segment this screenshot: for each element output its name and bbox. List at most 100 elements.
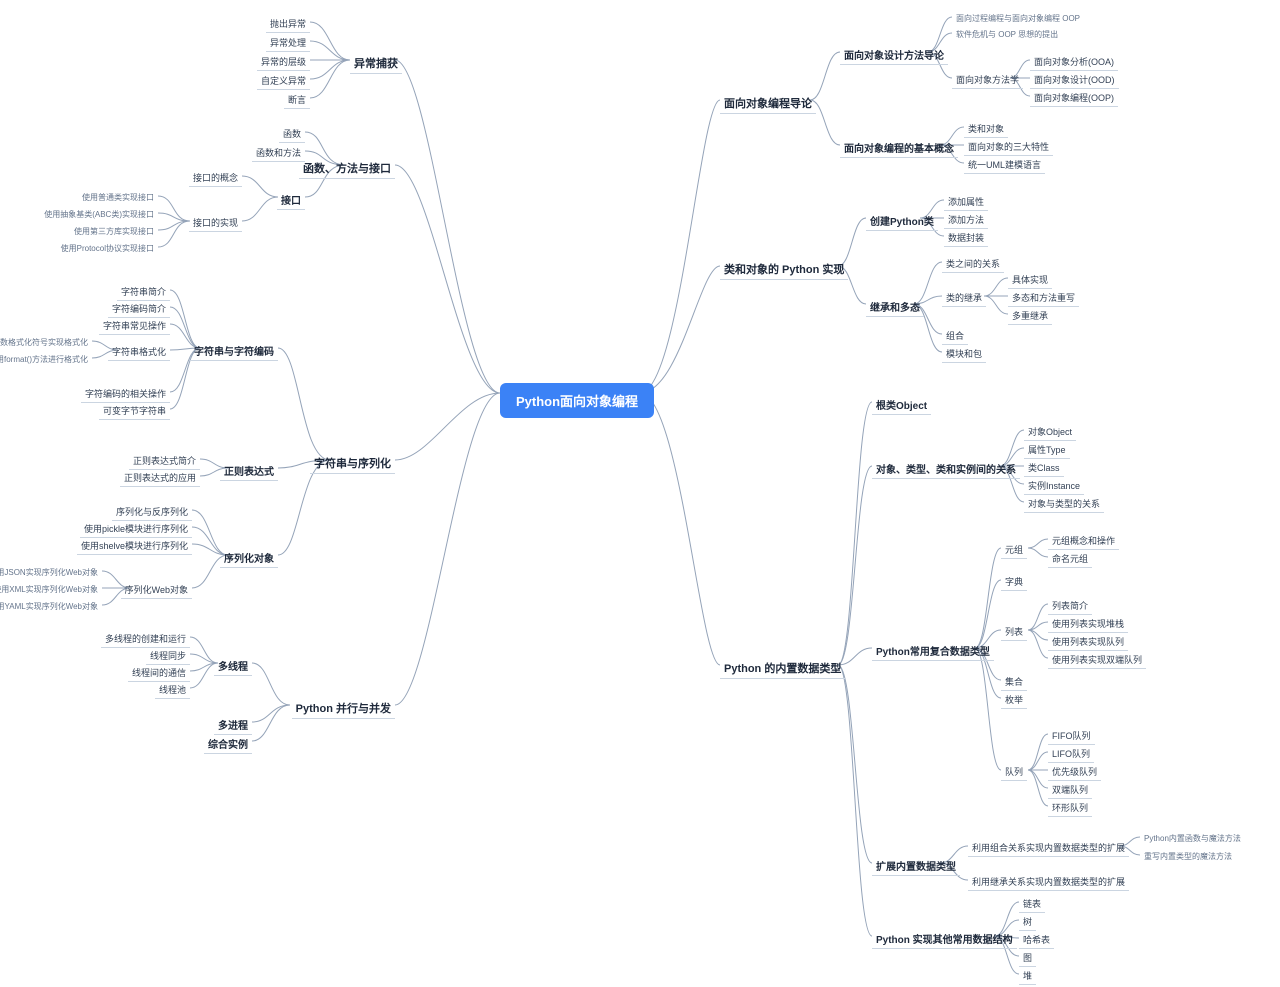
leaf: 使用列表实现堆栈: [1048, 615, 1128, 633]
leaf: 类Class: [1024, 459, 1064, 477]
node-other-ds[interactable]: Python 实现其他常用数据结构: [872, 929, 1017, 949]
leaf: 异常的层级: [257, 53, 310, 71]
leaf: 异常处理: [266, 34, 310, 52]
node-class-inherit[interactable]: 类的继承: [942, 289, 986, 307]
leaf: 字符编码简介: [108, 300, 170, 318]
node-string[interactable]: 字符串与序列化: [310, 453, 395, 474]
root-node[interactable]: Python面向对象编程: [500, 383, 654, 418]
leaf: 软件危机与 OOP 思想的提出: [952, 27, 1062, 42]
node-builtin[interactable]: Python 的内置数据类型: [720, 658, 845, 679]
leaf: 模块和包: [942, 345, 986, 363]
leaf: 字符串简介: [117, 283, 170, 301]
leaf: 抛出异常: [266, 15, 310, 33]
leaf: 使用第三方库实现接口: [70, 224, 158, 239]
node-tuple[interactable]: 元组: [1001, 541, 1027, 559]
leaf: 面向对象的三大特性: [964, 138, 1053, 156]
node-oop-intro[interactable]: 面向对象编程导论: [720, 93, 816, 114]
leaf: 使用YAML实现序列化Web对象: [0, 599, 102, 614]
leaf: 环形队列: [1048, 799, 1092, 817]
leaf: 属性Type: [1024, 441, 1070, 459]
leaf: 可变字节字符串: [99, 402, 170, 420]
leaf: 优先级队列: [1048, 763, 1101, 781]
node-inherit[interactable]: 继承和多态: [866, 297, 924, 317]
leaf: 字符编码的相关操作: [81, 385, 170, 403]
leaf: 使用XML实现序列化Web对象: [0, 582, 102, 597]
leaf: LIFO队列: [1048, 745, 1094, 763]
leaf: 图: [1019, 949, 1036, 967]
node-web[interactable]: 序列化Web对象: [121, 581, 192, 599]
node-list[interactable]: 列表: [1001, 623, 1027, 641]
leaf: 使用列表实现双端队列: [1048, 651, 1146, 669]
leaf: 断言: [284, 91, 310, 109]
leaf: 组合: [942, 327, 968, 345]
node-basic-concept[interactable]: 面向对象编程的基本概念: [840, 138, 958, 158]
leaf: 多重继承: [1008, 307, 1052, 325]
node-compound[interactable]: Python常用复合数据类型: [872, 641, 994, 661]
node-fmt[interactable]: 字符串格式化: [108, 343, 170, 361]
leaf: 列表简介: [1048, 597, 1092, 615]
leaf: 添加属性: [944, 193, 988, 211]
leaf: 命名元组: [1048, 550, 1092, 568]
leaf: 线程池: [155, 681, 190, 699]
leaf: 集合: [1001, 673, 1027, 691]
node-func[interactable]: 函数、方法与接口: [299, 158, 395, 179]
leaf: 正则表达式简介: [129, 452, 200, 470]
leaf: 多态和方法重写: [1008, 289, 1079, 307]
leaf: 数据封装: [944, 229, 988, 247]
node-design-intro[interactable]: 面向对象设计方法导论: [840, 45, 948, 65]
leaf: 使用JSON实现序列化Web对象: [0, 565, 102, 580]
leaf: 堆: [1019, 967, 1036, 985]
node-impl[interactable]: 接口的实现: [189, 214, 242, 232]
leaf: 线程同步: [146, 647, 190, 665]
leaf: 面向对象编程(OOP): [1030, 89, 1118, 107]
node-exception[interactable]: 异常捕获: [350, 53, 402, 74]
leaf: 类和对象: [964, 120, 1008, 138]
leaf: 添加方法: [944, 211, 988, 229]
leaf: 根类Object: [872, 395, 931, 415]
leaf: 综合实例: [204, 734, 252, 754]
leaf: 对象与类型的关系: [1024, 495, 1104, 513]
node-extend[interactable]: 扩展内置数据类型: [872, 856, 960, 876]
node-methodology[interactable]: 面向对象方法学: [952, 71, 1023, 89]
leaf: 使用抽象基类(ABC类)实现接口: [40, 207, 158, 222]
leaf: 多进程: [214, 715, 252, 735]
leaf: 双端队列: [1048, 781, 1092, 799]
leaf: 利用继承关系实现内置数据类型的扩展: [968, 873, 1129, 891]
leaf: 使用format()方法进行格式化: [0, 352, 92, 367]
node-obj-type[interactable]: 对象、类型、类和实例间的关系: [872, 459, 1020, 479]
leaf: 具体实现: [1008, 271, 1052, 289]
leaf: 自定义异常: [257, 72, 310, 90]
leaf: 类之间的关系: [942, 255, 1004, 273]
leaf: 多线程的创建和运行: [101, 630, 190, 648]
node-queue[interactable]: 队列: [1001, 763, 1027, 781]
node-interface[interactable]: 接口: [277, 190, 305, 210]
node-str-enc[interactable]: 字符串与字符编码: [190, 341, 278, 361]
node-thread[interactable]: 多线程: [214, 656, 252, 676]
leaf: 链表: [1019, 895, 1045, 913]
leaf: 统一UML建模语言: [964, 156, 1045, 174]
leaf: 线程间的通信: [128, 664, 190, 682]
node-serial[interactable]: 序列化对象: [220, 548, 278, 568]
leaf: 使用列表实现队列: [1048, 633, 1128, 651]
node-regex[interactable]: 正则表达式: [220, 461, 278, 481]
leaf: 使用Protocol协议实现接口: [57, 241, 158, 256]
node-class-impl[interactable]: 类和对象的 Python 实现: [720, 259, 848, 280]
leaf: 序列化与反序列化: [112, 503, 192, 521]
leaf: FIFO队列: [1048, 727, 1095, 745]
leaf: 面向过程编程与面向对象编程 OOP: [952, 11, 1084, 26]
leaf: 对象Object: [1024, 423, 1076, 441]
leaf: 正则表达式的应用: [120, 469, 200, 487]
leaf: 面向对象设计(OOD): [1030, 71, 1119, 89]
node-create-class[interactable]: 创建Python类: [866, 211, 938, 231]
node-compose-ext[interactable]: 利用组合关系实现内置数据类型的扩展: [968, 839, 1129, 857]
leaf: 字典: [1001, 573, 1027, 591]
leaf: 实例Instance: [1024, 477, 1084, 495]
leaf: 枚举: [1001, 691, 1027, 709]
leaf: 树: [1019, 913, 1036, 931]
leaf: 面向对象分析(OOA): [1030, 53, 1118, 71]
leaf: Python内置函数与魔法方法: [1140, 831, 1245, 846]
node-concur[interactable]: Python 并行与并发: [292, 698, 395, 719]
leaf: 接口的概念: [189, 169, 242, 187]
leaf: 使用Print函数格式化符号实现格式化: [0, 335, 92, 350]
leaf: 函数和方法: [252, 144, 305, 162]
